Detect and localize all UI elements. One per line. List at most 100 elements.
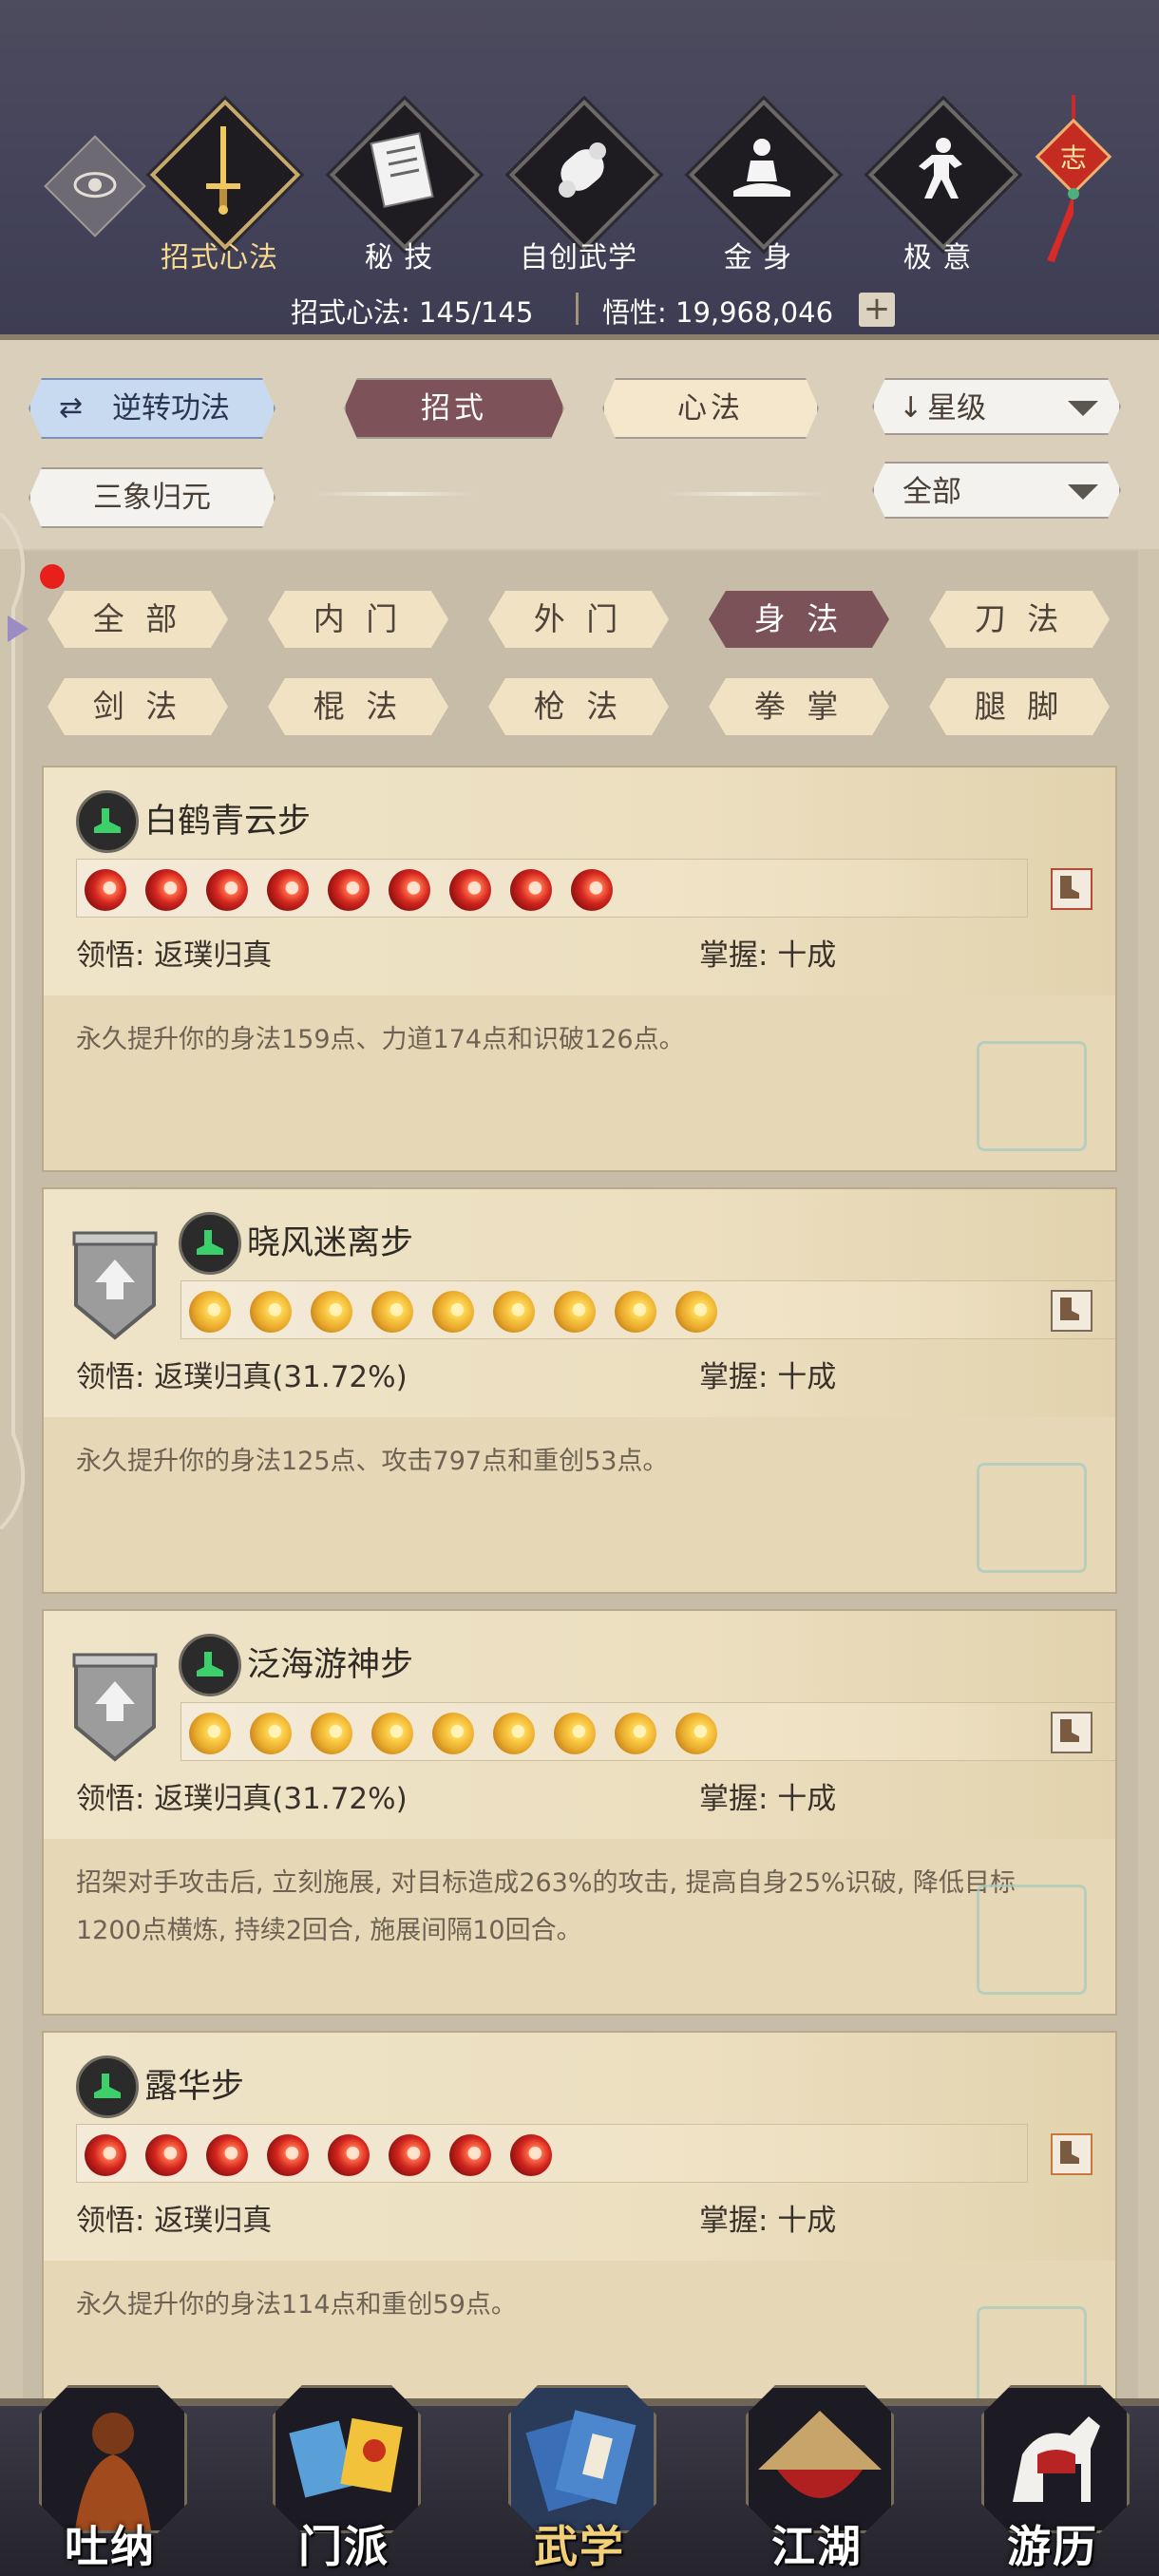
side-drawer-tab[interactable]	[0, 511, 44, 1531]
star-orb-icon	[510, 2134, 552, 2176]
mastery-label: 掌握: 十成	[699, 1782, 837, 1816]
star-orb-icon	[510, 869, 552, 911]
skill-card[interactable]: 白鹤青云步 领悟: 返璞归真 掌握: 十成 永久提升你的身法159点、力道174点和识…	[42, 766, 1117, 1172]
star-orb-icon	[250, 1713, 292, 1754]
star-orb-icon	[371, 1713, 413, 1754]
star-orb-icon	[206, 2134, 248, 2176]
star-orb-icon	[554, 1291, 596, 1333]
tab-secret-skills[interactable]: 秘 技	[318, 99, 481, 283]
view-toggle-button[interactable]	[44, 135, 146, 237]
boot-icon	[179, 1634, 241, 1696]
star-orb-icon	[389, 2134, 430, 2176]
filter-movement[interactable]: 身 法	[709, 591, 889, 648]
star-orb-icon	[250, 1291, 292, 1333]
star-orb-icon	[189, 1713, 231, 1754]
add-insight-button[interactable]: +	[859, 293, 895, 327]
star-level-bar	[76, 859, 1028, 918]
mastery-label: 掌握: 十成	[699, 2204, 837, 2238]
star-orb-icon	[615, 1713, 656, 1754]
skill-name: 露华步	[144, 2068, 245, 2106]
chevron-down-icon	[1068, 401, 1098, 416]
skill-card[interactable]: 露华步 领悟: 返璞归真 掌握: 十成 永久提升你的身法114点和重创59点。	[42, 2031, 1117, 2437]
star-orb-icon	[371, 1291, 413, 1333]
filter-sword[interactable]: 剑 法	[48, 678, 228, 735]
top-header: 招式心法 秘 技 自创武学 金 身 极 意 志 招式心法: 145/145 悟性…	[0, 0, 1159, 340]
filter-spear[interactable]: 枪 法	[488, 678, 669, 735]
chinese-knot-ornament[interactable]: 志	[1031, 95, 1116, 275]
star-orb-icon	[328, 2134, 370, 2176]
eye-icon	[71, 161, 119, 209]
bamboo-hat-icon	[746, 2385, 894, 2533]
notification-dot	[40, 564, 65, 589]
stats-bar: 招式心法: 145/145 悟性: 19,968,046 +	[0, 285, 1159, 332]
tab-moves[interactable]: 招式	[344, 378, 564, 439]
sort-dropdown[interactable]: ↓ 星级	[872, 378, 1121, 435]
star-orb-icon	[389, 869, 430, 911]
skill-card[interactable]: 泛海游神步 领悟: 返璞归真(31.72%) 掌握: 十成 招架对手攻击后, 立刻施展…	[42, 1609, 1117, 2016]
book-icon	[356, 123, 449, 217]
star-orb-icon	[267, 869, 309, 911]
star-orb-icon	[449, 869, 491, 911]
skill-name: 白鹤青云步	[144, 803, 312, 841]
skill-type-icon[interactable]	[1051, 2133, 1092, 2175]
star-orb-icon	[615, 1291, 656, 1333]
skill-card[interactable]: 晓风迷离步 领悟: 返璞归真(31.72%) 掌握: 十成 永久提升你的身法125点、…	[42, 1187, 1117, 1594]
nav-travel[interactable]: 游历	[977, 2379, 1130, 2572]
star-level-bar	[76, 2124, 1028, 2183]
tab-moves-heart[interactable]: 招式心法	[139, 99, 301, 283]
skill-description: 永久提升你的身法159点、力道174点和识破126点。	[76, 1025, 685, 1054]
star-orb-icon	[675, 1291, 717, 1333]
star-orb-icon	[675, 1713, 717, 1754]
nav-sect[interactable]: 门派	[268, 2379, 421, 2572]
category-dropdown[interactable]: 全部	[872, 462, 1121, 519]
star-orb-icon	[571, 869, 613, 911]
star-level-bar	[180, 1280, 1115, 1339]
filter-all[interactable]: 全 部	[48, 591, 228, 648]
skill-type-icon[interactable]	[1051, 1290, 1092, 1332]
skill-type-icon[interactable]	[1051, 868, 1092, 910]
svg-text:志: 志	[1060, 142, 1087, 174]
filter-blade[interactable]: 刀 法	[929, 591, 1110, 648]
swap-icon: ⇄	[59, 391, 84, 425]
star-orb-icon	[432, 1713, 474, 1754]
divider-ornament	[314, 492, 475, 496]
skill-type-icon[interactable]	[1051, 1712, 1092, 1753]
seal-stamp-icon	[977, 1041, 1087, 1151]
filter-inner[interactable]: 内 门	[268, 591, 448, 648]
tab-heart-method[interactable]: 心法	[602, 378, 819, 439]
nav-jianghu[interactable]: 江湖	[741, 2379, 894, 2572]
star-orb-icon	[449, 2134, 491, 2176]
tab-self-created[interactable]: 自创武学	[498, 99, 660, 283]
tab-golden-body[interactable]: 金 身	[677, 99, 840, 283]
star-level-bar	[180, 1702, 1115, 1761]
skill-name: 泛海游神步	[247, 1646, 414, 1684]
martial-stance-icon	[895, 123, 988, 217]
sect-flags-icon	[273, 2385, 421, 2533]
chevron-down-icon	[1068, 484, 1098, 500]
star-orb-icon	[311, 1713, 352, 1754]
star-orb-icon	[432, 1291, 474, 1333]
star-orb-icon	[189, 1291, 231, 1333]
filter-outer[interactable]: 外 门	[488, 591, 669, 648]
upgrade-badge-icon[interactable]	[72, 1653, 158, 1763]
star-orb-icon	[85, 2134, 126, 2176]
star-orb-icon	[493, 1291, 535, 1333]
reverse-technique-button[interactable]: ⇄ 逆转功法	[28, 378, 276, 439]
sword-icon	[177, 123, 270, 217]
monk-icon	[39, 2385, 187, 2533]
filter-staff[interactable]: 棍 法	[268, 678, 448, 735]
boot-icon	[179, 1212, 241, 1275]
filter-fist[interactable]: 拳 掌	[709, 678, 889, 735]
filter-leg[interactable]: 腿 脚	[929, 678, 1110, 735]
sanxiang-button[interactable]: 三象归元	[28, 467, 276, 528]
upgrade-badge-icon[interactable]	[72, 1231, 158, 1341]
insight-label: 领悟: 返璞归真	[76, 2204, 273, 2238]
insight-label: 领悟: 返璞归真(31.72%)	[76, 1360, 408, 1394]
nav-breathing[interactable]: 吐纳	[34, 2379, 187, 2572]
star-orb-icon	[206, 869, 248, 911]
moves-count: 招式心法: 145/145	[291, 296, 534, 329]
boot-icon	[76, 790, 139, 853]
nav-martial-arts[interactable]: 武学	[504, 2379, 656, 2572]
tab-ultimate[interactable]: 极 意	[857, 99, 1019, 283]
insight-label: 领悟: 返璞归真	[76, 938, 273, 973]
